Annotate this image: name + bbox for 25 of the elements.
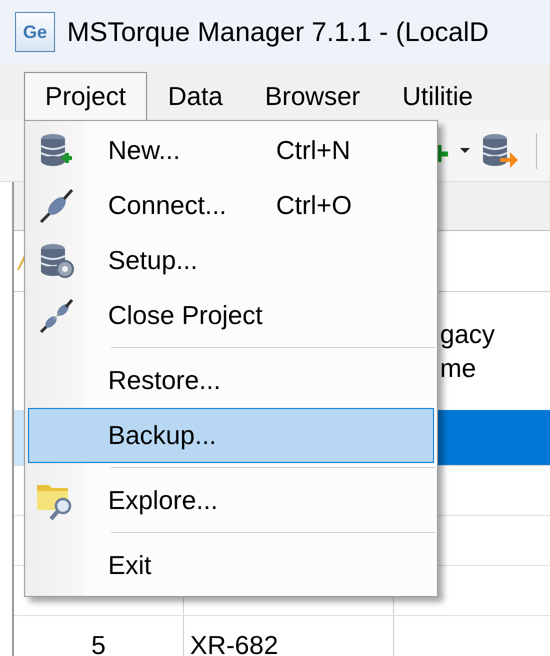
window-title: MSTorque Manager 7.1.1 - (LocalD <box>67 16 489 48</box>
shortcut-label: Ctrl+N <box>276 135 350 166</box>
menu-item[interactable]: Setup... <box>28 233 434 288</box>
menu-bar-item[interactable]: Project <box>24 72 147 120</box>
menu-bar-item[interactable]: Utilitie <box>381 72 494 120</box>
unplug-icon <box>38 296 74 334</box>
menu-item[interactable]: Exit <box>28 538 434 593</box>
database-export-icon[interactable] <box>480 132 518 170</box>
column-heading: gacy me <box>440 318 495 385</box>
table-cell-text: XR-682 <box>190 629 278 656</box>
menu-bar-item[interactable]: Browser <box>244 72 382 120</box>
shortcut-label: Ctrl+O <box>276 190 352 221</box>
table-cell-text: 5 <box>91 629 106 656</box>
table-row[interactable]: 5 XR-682 <box>14 616 550 656</box>
menu-bar-item[interactable]: Data <box>146 72 244 120</box>
menu-item[interactable]: Backup... <box>28 408 434 463</box>
menu-item[interactable]: Close Project <box>28 288 434 343</box>
menu-item[interactable]: Explore... <box>28 473 434 528</box>
plug-icon <box>38 186 74 224</box>
menu-item[interactable]: Connect... Ctrl+O <box>28 178 434 233</box>
menu-item[interactable]: Restore... <box>28 353 434 408</box>
menu-item[interactable]: New... Ctrl+N <box>28 123 434 178</box>
app-logo: Ge <box>15 12 55 52</box>
database-gear-icon <box>38 242 74 280</box>
dropdown-caret-icon[interactable] <box>460 148 470 153</box>
